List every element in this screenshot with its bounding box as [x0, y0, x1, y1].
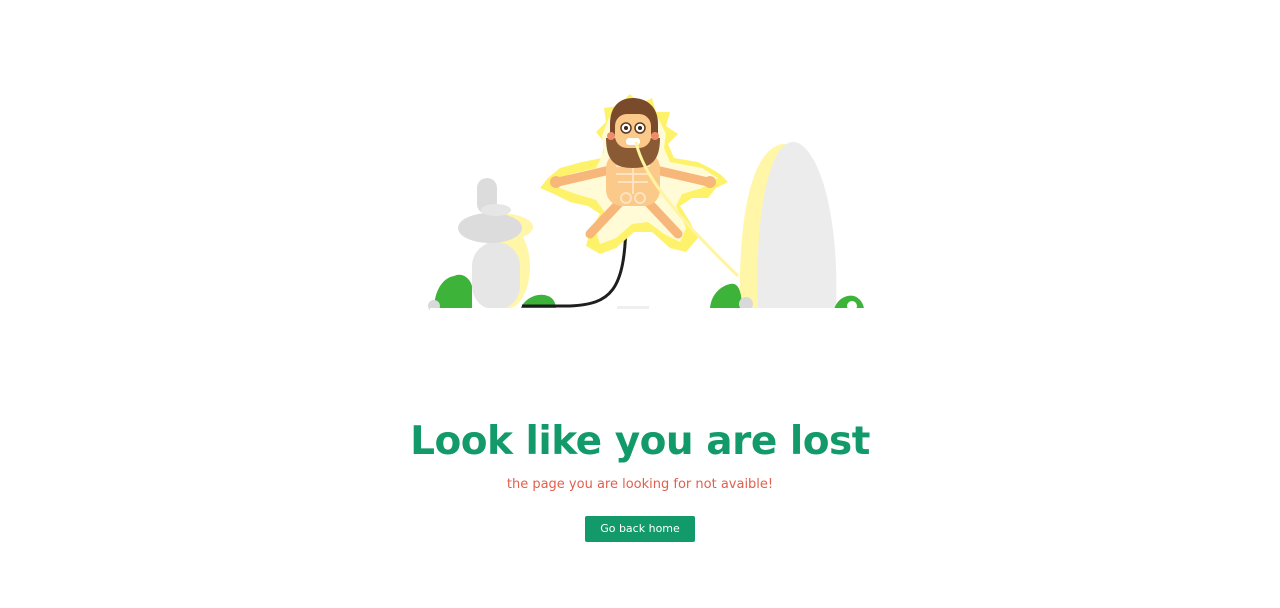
bush-center-right: [710, 283, 742, 310]
caveman-left-ear: [607, 132, 615, 140]
cable-plug: [617, 306, 649, 309]
page-title: Look like you are lost: [410, 419, 870, 464]
left-stone-cap: [481, 204, 511, 216]
bush-center-left: [520, 294, 556, 310]
right-tall-stone: [739, 141, 837, 310]
caveman-left-hand: [550, 176, 562, 188]
go-back-home-button[interactable]: Go back home: [585, 516, 695, 542]
illustration-svg: [428, 94, 865, 310]
error-content: Look like you are lost the page you are …: [0, 414, 1280, 542]
left-stone-base: [472, 242, 520, 310]
page-subtitle: the page you are looking for not avaible…: [506, 477, 774, 492]
left-stone-middle: [458, 213, 522, 243]
caveman-right-hand: [704, 176, 716, 188]
electrocuted-caveman-illustration: [420, 82, 870, 310]
not-found-page: Look like you are lost the page you are …: [0, 0, 1280, 608]
caveman-right-ear: [651, 132, 659, 140]
